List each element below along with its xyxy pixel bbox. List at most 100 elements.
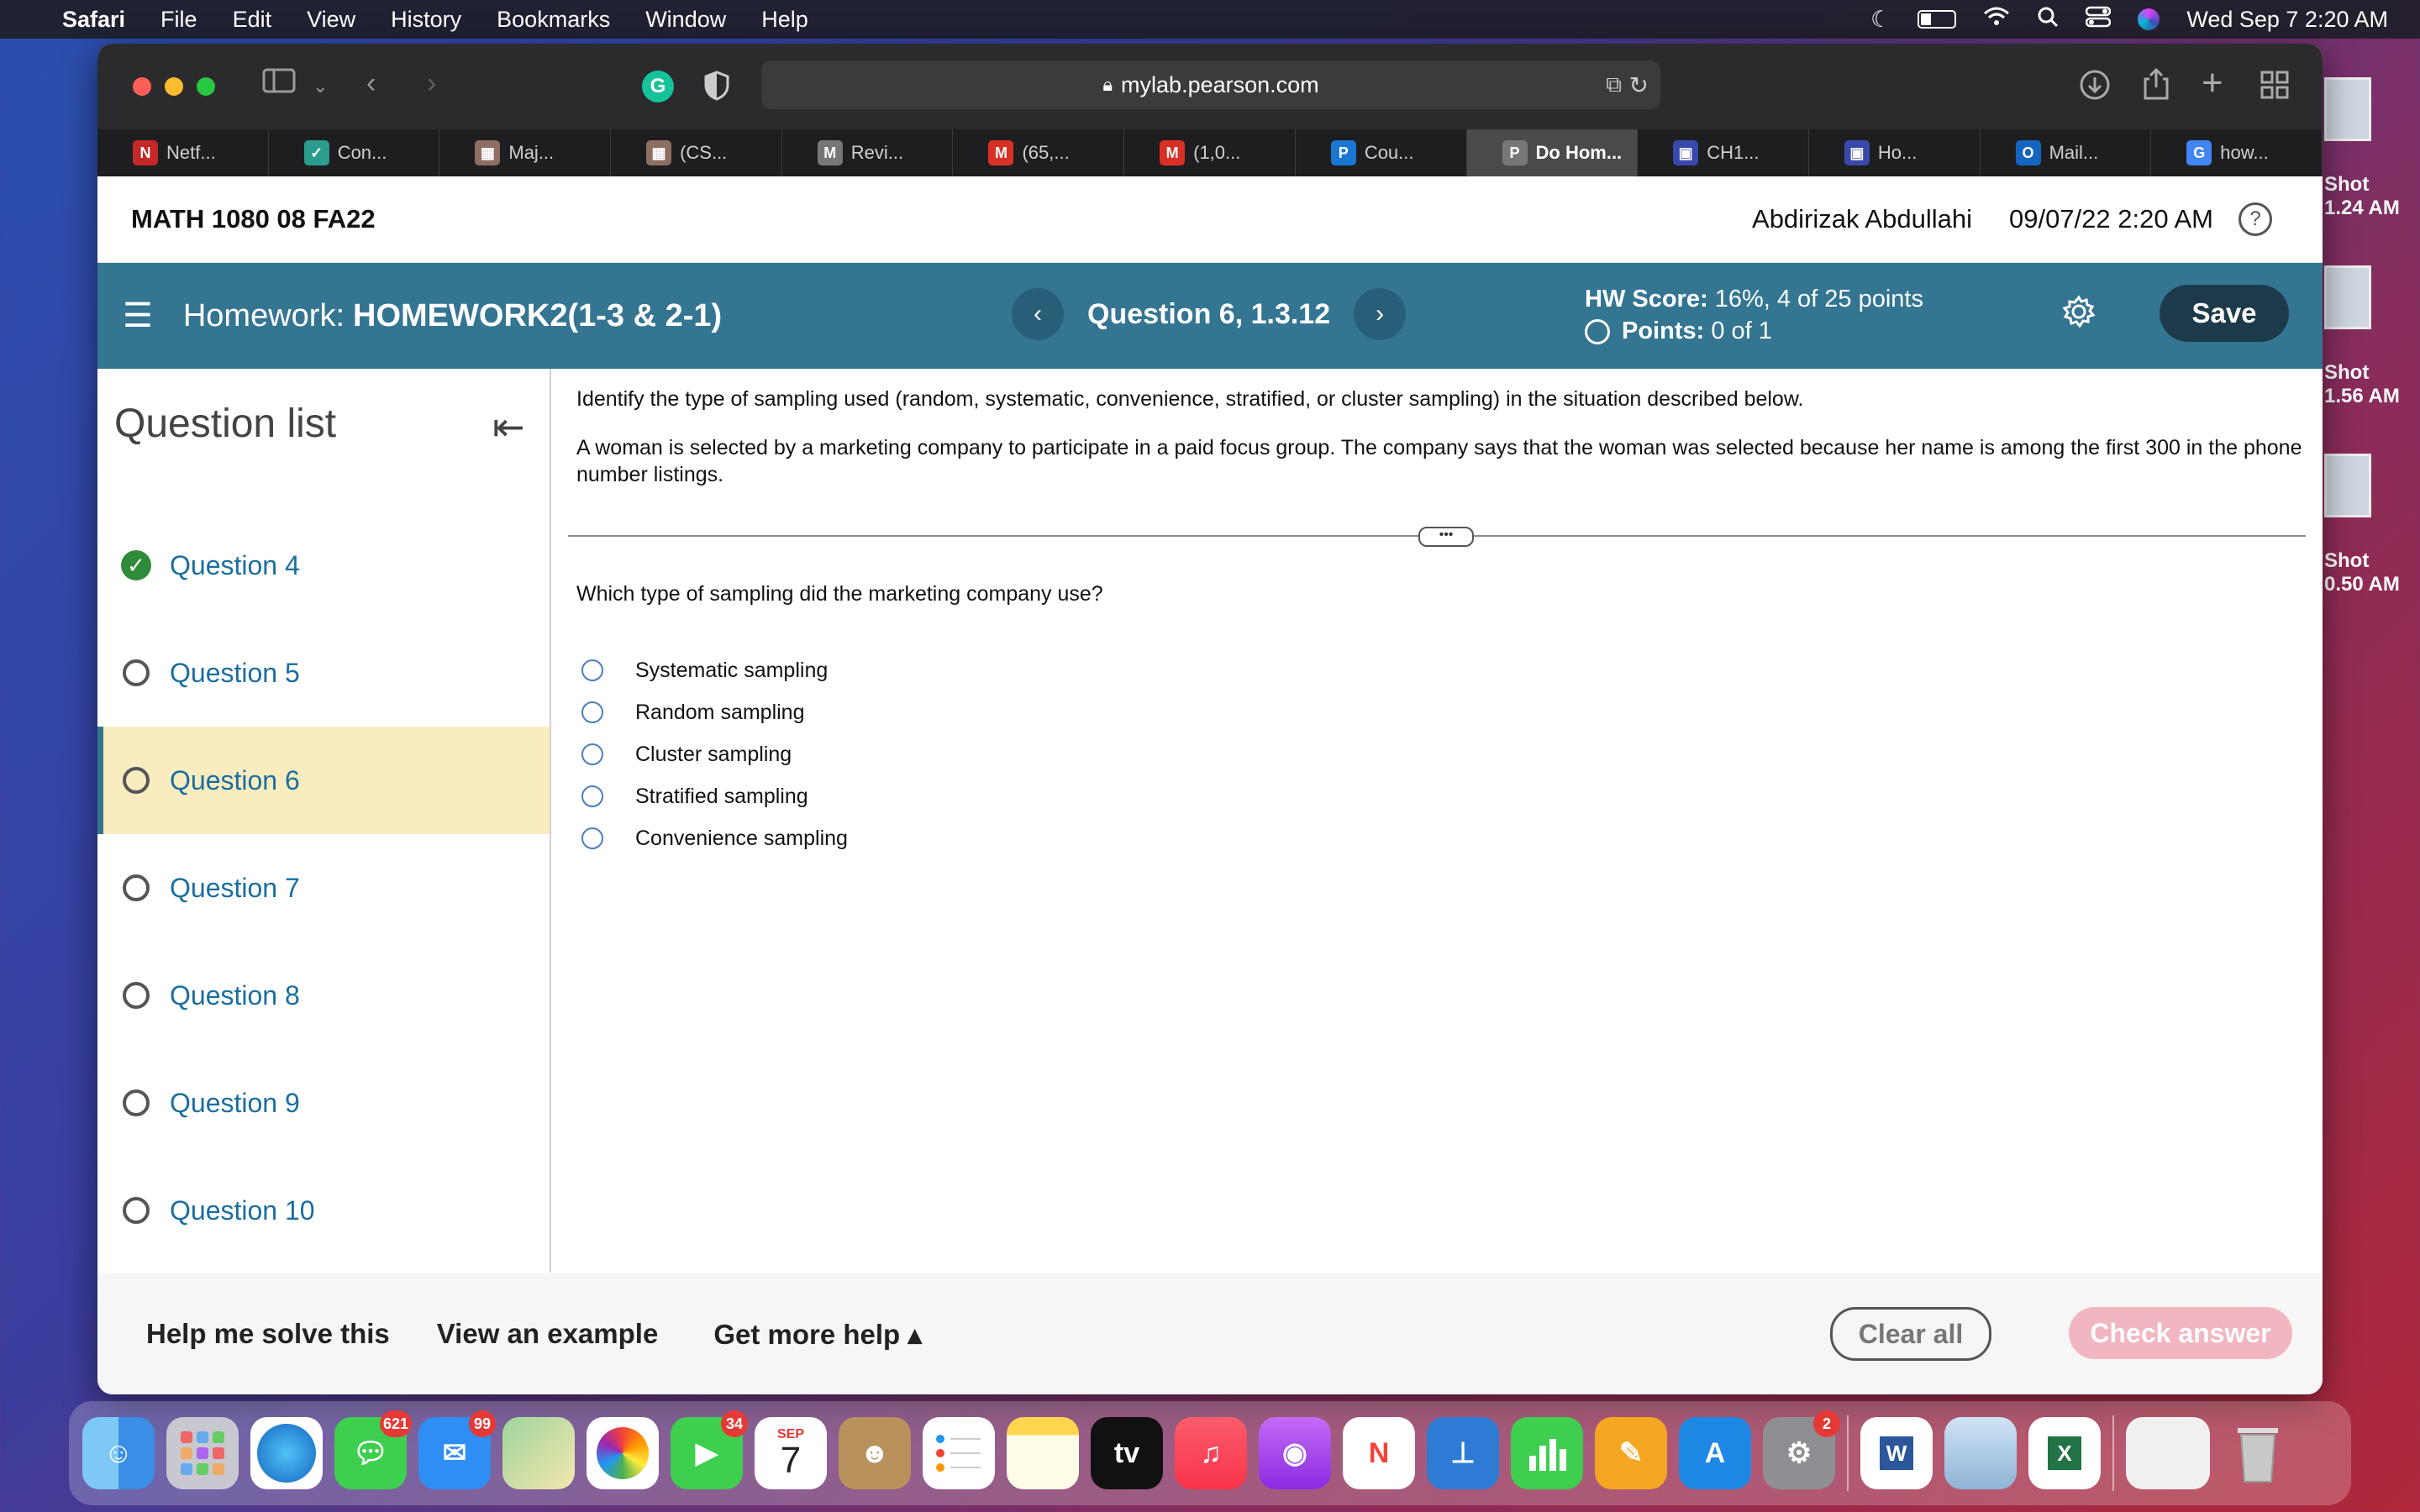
previous-question-button[interactable]: ‹ [1012, 288, 1064, 340]
answer-option[interactable]: Stratified sampling [576, 775, 848, 817]
radio-button[interactable] [581, 785, 603, 807]
browser-tab[interactable]: ▦ Maj... [439, 129, 612, 176]
hamburger-menu-icon[interactable]: ☰ [123, 297, 153, 335]
answer-option[interactable]: Cluster sampling [576, 733, 848, 775]
music-icon[interactable]: ♫ [1175, 1417, 1247, 1489]
browser-tab[interactable]: ▣ CH1... [1638, 129, 1809, 176]
browser-tab[interactable]: M Revi... [782, 129, 954, 176]
clear-all-button[interactable]: Clear all [1830, 1307, 1991, 1361]
question-list-item[interactable]: Question 6 [97, 727, 550, 834]
safari-icon[interactable] [250, 1417, 323, 1489]
menu-window[interactable]: Window [645, 7, 726, 33]
desktop-screenshot-thumbnail[interactable] [2324, 454, 2371, 517]
battery-icon[interactable] [1918, 10, 1957, 29]
podcasts-icon[interactable]: ◉ [1259, 1417, 1331, 1489]
minimize-window-button[interactable] [165, 77, 183, 96]
privacy-shield-icon[interactable] [704, 71, 729, 105]
menubar-clock[interactable]: Wed Sep 7 2:20 AM [2186, 7, 2388, 33]
messages-icon[interactable]: 💬︎ 621 [334, 1410, 412, 1489]
calendar-icon[interactable]: SEP 7 [755, 1417, 827, 1489]
menu-edit[interactable]: Edit [233, 7, 272, 33]
launchpad-icon[interactable] [166, 1417, 239, 1489]
back-arrow-icon[interactable]: ‹ [366, 67, 376, 100]
zoom-window-button[interactable] [197, 77, 215, 96]
browser-tab[interactable]: M (1,0... [1124, 129, 1296, 176]
question-list-item[interactable]: Question 9 [97, 1049, 550, 1157]
spotlight-search-icon[interactable] [2037, 6, 2059, 34]
browser-tab[interactable]: P Do Hom... [1466, 129, 1639, 176]
browser-tab[interactable]: P Cou... [1296, 129, 1467, 176]
browser-tab[interactable]: O Mail... [1981, 129, 2152, 176]
help-me-solve-link[interactable]: Help me solve this [146, 1318, 390, 1350]
photos-icon[interactable] [587, 1417, 659, 1489]
menu-help[interactable]: Help [761, 7, 808, 33]
app-store-icon[interactable]: A [1679, 1417, 1751, 1489]
numbers-icon[interactable] [1511, 1417, 1583, 1489]
address-bar[interactable]: 🔒︎ mylab.pearson.com ⧉ ↻ [761, 60, 1660, 109]
radio-button[interactable] [581, 701, 603, 723]
excel-icon[interactable]: X [2028, 1417, 2101, 1489]
answer-option[interactable]: Systematic sampling [576, 649, 848, 691]
question-list-item[interactable]: Question 5 [97, 619, 550, 727]
view-example-link[interactable]: View an example [437, 1318, 659, 1350]
menu-bookmarks[interactable]: Bookmarks [497, 7, 610, 33]
new-tab-plus-icon[interactable]: + [2202, 62, 2223, 104]
radio-button[interactable] [581, 659, 603, 681]
browser-tab[interactable]: ✓ Con... [269, 129, 440, 176]
radio-button[interactable] [581, 743, 603, 765]
preview-icon[interactable] [1944, 1417, 2017, 1489]
siri-icon[interactable] [2138, 8, 2160, 30]
resize-handle[interactable]: ••• [1418, 527, 1474, 547]
desktop-screenshot-thumbnail[interactable] [2324, 265, 2371, 329]
reader-icon[interactable]: ⧉ [1606, 71, 1622, 98]
desktop-screenshot-label[interactable]: Shot 0.50 AM [2324, 549, 2420, 596]
maps-icon[interactable] [502, 1417, 575, 1489]
browser-tab[interactable]: M (65,... [953, 129, 1125, 176]
collapse-panel-icon[interactable]: ⇤ [492, 404, 525, 449]
sidebar-toggle-icon[interactable] [262, 67, 296, 102]
question-list-item[interactable]: ✓ Question 4 [97, 512, 550, 619]
facetime-icon[interactable]: ▶ 34 [671, 1410, 748, 1489]
reload-icon[interactable]: ↻ [1629, 71, 1649, 99]
trash-icon[interactable] [2222, 1417, 2294, 1489]
tab-overview-icon[interactable] [2260, 71, 2289, 107]
news-icon[interactable]: N [1343, 1417, 1415, 1489]
menu-app-name[interactable]: Safari [62, 7, 125, 33]
apple-tv-icon[interactable]: tv [1091, 1417, 1163, 1489]
answer-option[interactable]: Random sampling [576, 691, 848, 733]
answer-option[interactable]: Convenience sampling [576, 817, 848, 859]
notes-icon[interactable] [1007, 1417, 1079, 1489]
finder-icon[interactable]: ☺ [82, 1417, 155, 1489]
save-button[interactable]: Save [2160, 285, 2289, 342]
share-icon[interactable] [2143, 67, 2170, 108]
recent-document-icon[interactable] [2126, 1417, 2210, 1489]
check-answer-button[interactable]: Check answer [2069, 1307, 2292, 1359]
grammarly-icon[interactable]: G [642, 71, 674, 102]
wifi-icon[interactable] [1983, 7, 2010, 33]
radio-button[interactable] [581, 827, 603, 849]
desktop-screenshot-label[interactable]: Shot 1.56 AM [2324, 361, 2420, 408]
menu-file[interactable]: File [160, 7, 197, 33]
desktop-screenshot-label[interactable]: Shot 1.24 AM [2324, 173, 2420, 220]
keynote-icon[interactable]: ⊥ [1427, 1417, 1499, 1489]
browser-tab[interactable]: ▦ (CS... [611, 129, 782, 176]
menu-view[interactable]: View [307, 7, 355, 33]
browser-tab[interactable]: N Netf... [97, 129, 269, 176]
pages-icon[interactable]: ✎ [1595, 1417, 1667, 1489]
downloads-icon[interactable] [2079, 69, 2111, 108]
browser-tab[interactable]: ▣ Ho... [1809, 129, 1981, 176]
question-list-item[interactable]: Question 10 [97, 1157, 550, 1264]
next-question-button[interactable]: › [1354, 288, 1407, 340]
word-icon[interactable]: W [1860, 1417, 1933, 1489]
reminders-icon[interactable] [923, 1417, 995, 1489]
desktop-screenshot-thumbnail[interactable] [2324, 77, 2371, 141]
browser-tab[interactable]: Ghow... [2151, 129, 2323, 176]
system-preferences-icon[interactable]: ⚙ 2 [1763, 1410, 1840, 1489]
get-more-help-link[interactable]: Get more help ▴ [713, 1318, 922, 1351]
help-question-icon[interactable]: ? [2238, 202, 2272, 236]
forward-arrow-icon[interactable]: › [427, 67, 436, 100]
chevron-down-icon[interactable]: ⌄ [313, 76, 328, 97]
question-list-item[interactable]: Question 8 [97, 942, 550, 1049]
close-window-button[interactable] [133, 77, 151, 96]
gear-icon[interactable] [2062, 295, 2096, 338]
